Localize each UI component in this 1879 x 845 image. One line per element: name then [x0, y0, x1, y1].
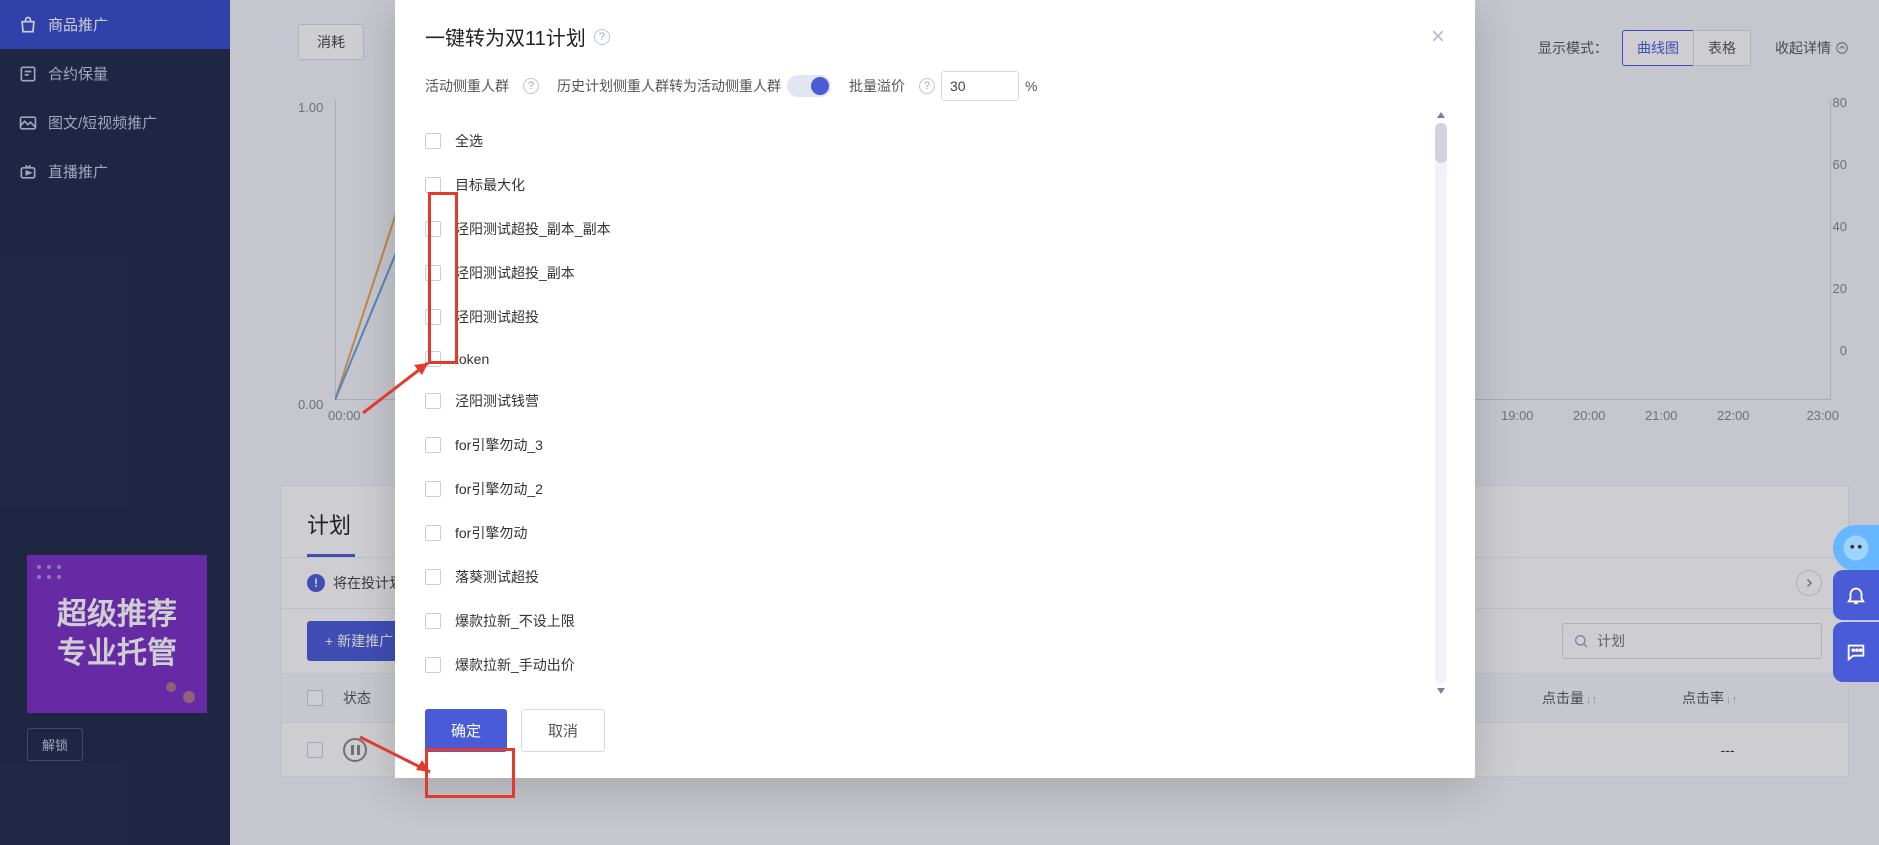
modal-header: 一键转为双11计划 ? × [395, 0, 1475, 71]
list-item-label: 爆款拉新_不设上限 [455, 611, 575, 631]
modal-convert-plan: 一键转为双11计划 ? × 活动侧重人群 ? 历史计划侧重人群转为活动侧重人群 … [395, 0, 1475, 778]
list-item[interactable]: 泾阳测试超投 [415, 295, 1441, 339]
help-icon[interactable]: ? [523, 78, 539, 94]
chat-icon [1845, 641, 1867, 663]
list-item-label: 爆款拉新_手动出价 [455, 655, 575, 675]
list-item-label: 泾阳测试超投 [455, 307, 539, 327]
history-toggle[interactable] [787, 75, 831, 97]
checkbox[interactable] [425, 393, 441, 409]
list-item[interactable]: for引擎勿动_2 [415, 467, 1441, 511]
list-item[interactable]: 泾阳测试超投_副本 [415, 251, 1441, 295]
notification-widget[interactable] [1833, 570, 1879, 620]
premium-input[interactable] [941, 71, 1019, 101]
list-item[interactable]: for引擎勿动 [415, 511, 1441, 555]
select-all-label: 全选 [455, 131, 483, 151]
checkbox[interactable] [425, 613, 441, 629]
opt-price-unit: % [1025, 78, 1037, 94]
checkbox[interactable] [425, 525, 441, 541]
list-item[interactable]: for引擎勿动_3 [415, 423, 1441, 467]
checkbox[interactable] [425, 221, 441, 237]
list-item-label: 落葵测试超投 [455, 567, 539, 587]
modal-options-row: 活动侧重人群 ? 历史计划侧重人群转为活动侧重人群 批量溢价 ? % [395, 71, 1475, 119]
checkbox[interactable] [425, 265, 441, 281]
checkbox[interactable] [425, 437, 441, 453]
opt-group-label: 活动侧重人群 [425, 76, 509, 96]
list-item-label: token [455, 351, 489, 367]
opt-price-label: 批量溢价 [849, 76, 905, 96]
list-item-label: 泾阳测试超投_副本_副本 [455, 219, 611, 239]
checkbox[interactable] [425, 657, 441, 673]
list-item-label: 泾阳测试超投_副本 [455, 263, 575, 283]
list-item[interactable]: 爆款拉新_手动出价 [415, 643, 1441, 687]
scrollbar-thumb[interactable] [1435, 123, 1447, 163]
scroll-up-icon[interactable] [1435, 109, 1447, 121]
mascot-widget[interactable] [1833, 525, 1879, 571]
list-item[interactable]: 目标最大化 [415, 163, 1441, 207]
list-item-label: for引擎勿动 [455, 523, 527, 543]
checkbox[interactable] [425, 177, 441, 193]
list-item-select-all[interactable]: 全选 [415, 119, 1441, 163]
opt-history-label: 历史计划侧重人群转为活动侧重人群 [557, 76, 781, 96]
list-item-label: 泾阳测试钱营 [455, 391, 539, 411]
help-icon[interactable]: ? [594, 29, 610, 45]
close-icon[interactable]: × [1431, 25, 1445, 49]
list-item-label: for引擎勿动_2 [455, 479, 543, 499]
scrollbar-track[interactable] [1435, 123, 1447, 683]
checkbox[interactable] [425, 309, 441, 325]
scroll-down-icon[interactable] [1435, 685, 1447, 697]
cancel-button[interactable]: 取消 [521, 709, 605, 752]
list-item[interactable]: 泾阳测试钱营 [415, 379, 1441, 423]
modal-plan-list: 全选 目标最大化泾阳测试超投_副本_副本泾阳测试超投_副本泾阳测试超投 token… [415, 119, 1455, 687]
list-item[interactable]: 爆款拉新_不设上限 [415, 599, 1441, 643]
confirm-button[interactable]: 确定 [425, 709, 507, 752]
checkbox[interactable] [425, 481, 441, 497]
help-icon[interactable]: ? [919, 78, 935, 94]
list-item[interactable]: token [415, 339, 1441, 379]
list-item[interactable]: 落葵测试超投 [415, 555, 1441, 599]
list-item-label: for引擎勿动_3 [455, 435, 543, 455]
bell-icon [1845, 584, 1867, 606]
list-item-label: 目标最大化 [455, 175, 525, 195]
modal-footer: 确定 取消 [395, 687, 1475, 778]
list-item[interactable]: 泾阳测试超投_副本_副本 [415, 207, 1441, 251]
checkbox[interactable] [425, 133, 441, 149]
chat-widget[interactable] [1833, 622, 1879, 682]
checkbox[interactable] [425, 351, 441, 367]
elephant-icon [1841, 533, 1871, 563]
modal-title: 一键转为双11计划 [425, 22, 586, 51]
checkbox[interactable] [425, 569, 441, 585]
